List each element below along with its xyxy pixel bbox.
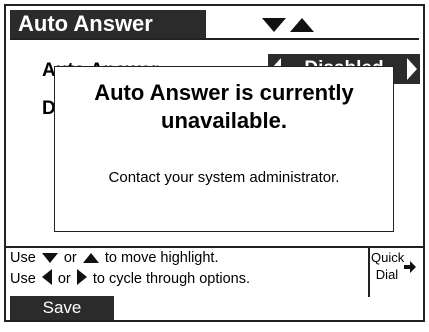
down-triangle-icon xyxy=(41,253,58,263)
dialog-message: Contact your system administrator. xyxy=(108,169,340,186)
quick-dial-label[interactable]: Quick Dial xyxy=(371,249,404,283)
up-triangle-icon xyxy=(82,253,99,263)
save-button[interactable]: Save xyxy=(10,296,114,320)
help-use-text: Use xyxy=(10,250,36,266)
right-arrow-icon xyxy=(76,269,87,285)
help-line-cycle: Use or to cycle through options. xyxy=(10,269,250,288)
help-use-text: Use xyxy=(10,271,36,287)
unavailable-dialog: Auto Answer is currently unavailable. Co… xyxy=(54,66,394,232)
down-triangle-icon[interactable] xyxy=(262,18,286,32)
right-arrow-icon[interactable] xyxy=(407,58,417,80)
help-line-navigate: Use or to move highlight. xyxy=(10,249,218,267)
help-or-text: or xyxy=(57,271,71,287)
title-divider xyxy=(10,38,419,40)
help-cycle-text: to cycle through options. xyxy=(92,271,251,287)
dialog-title: Auto Answer is currently unavailable. xyxy=(94,80,354,133)
page-scroll-arrows[interactable] xyxy=(258,15,318,35)
quick-dial-separator xyxy=(368,247,370,297)
phone-screen: Auto Answer Auto Answer Disabled D Auto … xyxy=(4,4,425,322)
help-move-text: to move highlight. xyxy=(104,250,219,266)
right-arrow-icon[interactable] xyxy=(404,261,416,273)
screen-title: Auto Answer xyxy=(10,10,206,38)
help-divider xyxy=(6,246,423,248)
up-triangle-icon[interactable] xyxy=(290,18,314,32)
left-arrow-icon xyxy=(41,269,52,285)
help-or-text: or xyxy=(63,250,77,266)
